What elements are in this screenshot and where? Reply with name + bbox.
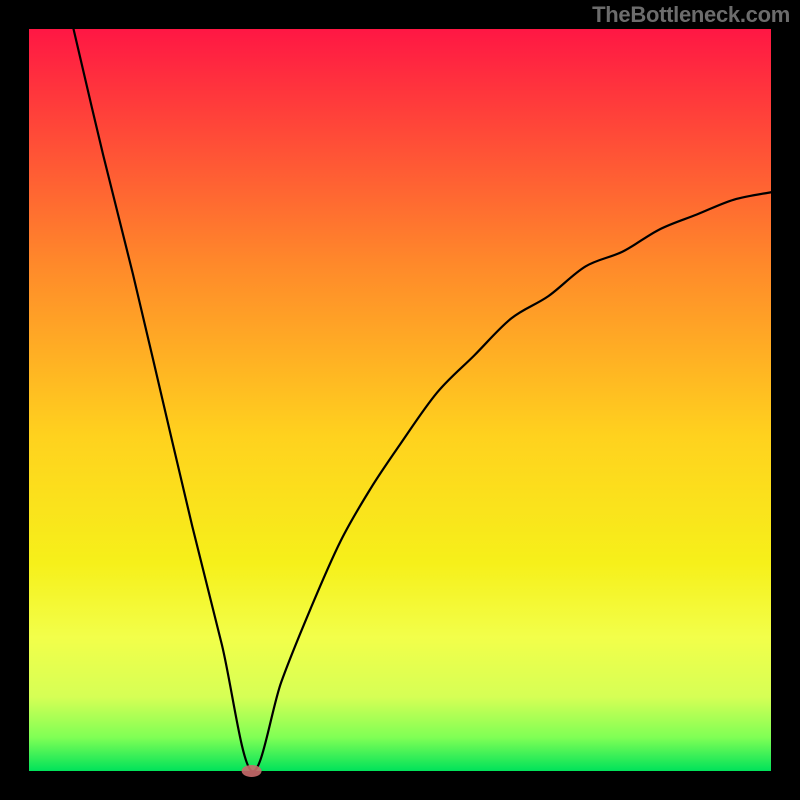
watermark-text: TheBottleneck.com <box>592 2 790 28</box>
optimum-marker <box>242 765 262 777</box>
bottleneck-chart <box>0 0 800 800</box>
plot-area <box>29 29 771 771</box>
